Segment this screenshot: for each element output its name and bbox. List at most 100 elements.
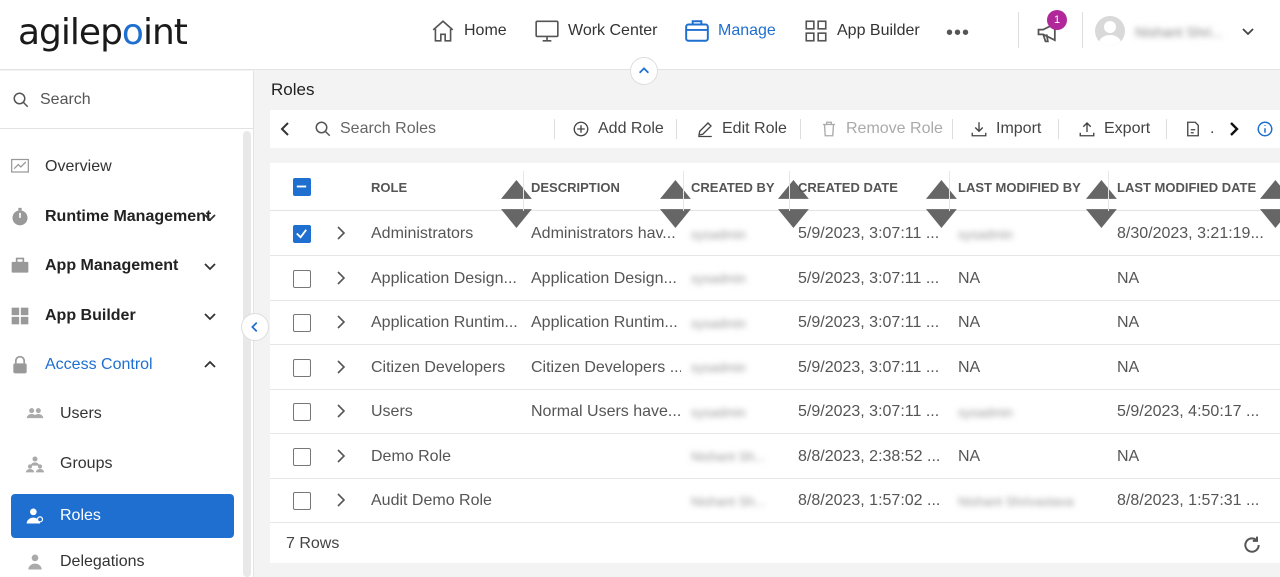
row-checkbox[interactable] (293, 358, 311, 377)
cell-created-date: 8/8/2023, 1:57:02 ... (798, 492, 941, 509)
row-checkbox[interactable] (293, 492, 311, 510)
cell-last-modified-by: NA (958, 269, 981, 287)
chevron-right-icon[interactable] (334, 225, 348, 241)
sidebar-item-roles[interactable]: Roles (11, 494, 234, 538)
cell-last-modified-by: sysadmin (958, 226, 1013, 242)
row-checkbox[interactable] (293, 447, 311, 466)
table-row[interactable]: Citizen Developers Citizen Developers ...… (270, 346, 1280, 390)
column-header-label: CREATED BY (691, 179, 775, 195)
info-icon[interactable] (1256, 120, 1274, 138)
cell-last-modified-date: 8/30/2023, 3:21:19... (1117, 225, 1264, 242)
cell-last-modified-by: NA (958, 358, 981, 376)
cell-created-by: sysadmin (691, 360, 746, 375)
chevron-down-icon[interactable] (1240, 23, 1256, 39)
cell-role: Application Runtim... (371, 314, 518, 331)
sidebar-item-overview[interactable]: Overview (0, 145, 240, 189)
column-header-label: LAST MODIFIED BY (958, 179, 1081, 195)
stopwatch-icon (12, 207, 28, 226)
select-all-checkbox[interactable] (293, 178, 311, 196)
row-checkbox[interactable] (293, 314, 311, 332)
sidebar-search[interactable]: Search (0, 71, 254, 129)
table-row[interactable]: Users Normal Users have... sysadmin 5/9/202… (270, 390, 1280, 434)
cell-description: Application Runtim... (531, 314, 678, 331)
briefcase-icon (685, 20, 709, 42)
table-row[interactable]: Administrators Administrators hav... sysad… (270, 212, 1280, 256)
cell-created-by: Nishant Sh... (691, 493, 766, 509)
avatar[interactable] (1095, 16, 1125, 46)
grid-icon (11, 307, 29, 325)
column-header-created-date[interactable]: CREATED DATE (798, 163, 898, 211)
chevron-right-icon[interactable] (334, 314, 348, 330)
trash-icon (823, 121, 835, 137)
chevron-right-icon[interactable] (334, 270, 348, 286)
chevron-right-icon[interactable] (334, 359, 348, 375)
row-checkbox[interactable] (293, 269, 311, 288)
import-button[interactable]: Import (970, 110, 1041, 148)
cell-description: Administrators hav... (531, 225, 676, 242)
search-roles-input[interactable]: Search Roles (314, 110, 436, 148)
row-checkbox[interactable] (293, 403, 311, 421)
nav-work-center[interactable]: Work Center (534, 0, 658, 62)
table-row[interactable]: Application Design... Application Design.… (270, 257, 1280, 301)
collapse-header-button[interactable] (630, 57, 658, 85)
remove-role-button[interactable]: Remove Role (820, 110, 943, 148)
chevron-right-icon[interactable] (334, 492, 348, 508)
cell-description: Normal Users have... (531, 403, 681, 420)
sidebar-item-access-control[interactable]: Access Control (0, 343, 240, 387)
sidebar-scrollbar[interactable] (243, 131, 251, 577)
cell-description: Application Design... (531, 269, 677, 287)
page-title: Roles (271, 80, 315, 99)
export-button[interactable]: Export (1078, 110, 1150, 148)
sidebar-item-delegations[interactable]: Delegations (0, 540, 240, 577)
chevron-right-icon[interactable] (334, 448, 348, 464)
collapse-sidebar-button[interactable] (241, 313, 269, 341)
column-header-label: DESCRIPTION (531, 179, 620, 195)
groups-icon (25, 456, 45, 473)
row-checkbox[interactable] (293, 225, 311, 243)
sidebar-item-users[interactable]: Users (0, 392, 240, 436)
minus-icon (296, 185, 307, 188)
column-header-role[interactable]: ROLE (371, 163, 407, 211)
sidebar-item-app-management[interactable]: App Management (0, 244, 240, 288)
column-header-created-by[interactable]: CREATED BY (691, 163, 775, 211)
column-header-label: ROLE (371, 179, 408, 195)
sidebar-item-label: Overview (45, 158, 112, 175)
sidebar-item-groups[interactable]: Groups (0, 442, 240, 486)
refresh-icon[interactable] (1242, 535, 1262, 555)
column-header-label: LAST MODIFIED DATE (1117, 179, 1257, 195)
more-icon[interactable]: ••• (946, 22, 970, 45)
chevron-left-icon (251, 322, 258, 332)
nav-app-builder[interactable]: App Builder (803, 0, 920, 62)
table-row[interactable]: Application Runtim... Application Runtim.… (270, 301, 1280, 345)
edit-role-button[interactable]: Edit Role (696, 110, 787, 148)
divider (676, 119, 677, 139)
chevron-left-icon[interactable] (278, 121, 294, 137)
monitor-icon (535, 20, 559, 42)
chevron-right-icon[interactable] (1226, 121, 1242, 137)
lock-icon (13, 355, 27, 374)
pencil-icon (698, 122, 712, 138)
sidebar-item-app-builder[interactable]: App Builder (0, 294, 240, 338)
nav-home[interactable]: Home (430, 0, 507, 62)
sidebar-item-runtime-management[interactable]: Runtime Management (0, 195, 240, 239)
cell-last-modified-by: Nishant Shrivastava (958, 493, 1074, 509)
sidebar-item-label: Groups (60, 455, 113, 472)
chevron-right-icon[interactable] (334, 403, 348, 419)
cell-description (531, 435, 681, 479)
agilepoint-logo[interactable]: agilepoint (18, 12, 188, 53)
column-header-last-modified-date[interactable]: LAST MODIFIED DATE (1117, 163, 1256, 211)
table-row[interactable]: Audit Demo Role Nishant Sh... 8/8/2023, 1:… (270, 479, 1280, 523)
divider (1058, 119, 1059, 139)
table-footer: 7 Rows (270, 523, 1280, 563)
cell-last-modified-by: NA (958, 447, 981, 465)
add-role-button[interactable]: Add Role (572, 110, 664, 148)
divider (952, 119, 953, 139)
overflow-action-button[interactable]: . (1184, 110, 1214, 148)
table-row[interactable]: Demo Role Nishant Sh... 8/8/2023, 2:38:52 … (270, 435, 1280, 479)
cell-created-by: sysadmin (691, 404, 746, 420)
cell-last-modified-date: 8/8/2023, 1:57:31 ... (1117, 492, 1260, 509)
column-header-description[interactable]: DESCRIPTION (531, 163, 620, 211)
nav-manage[interactable]: Manage (684, 0, 776, 62)
cell-created-by: sysadmin (691, 226, 746, 242)
column-header-last-modified-by[interactable]: LAST MODIFIED BY (958, 163, 1081, 211)
